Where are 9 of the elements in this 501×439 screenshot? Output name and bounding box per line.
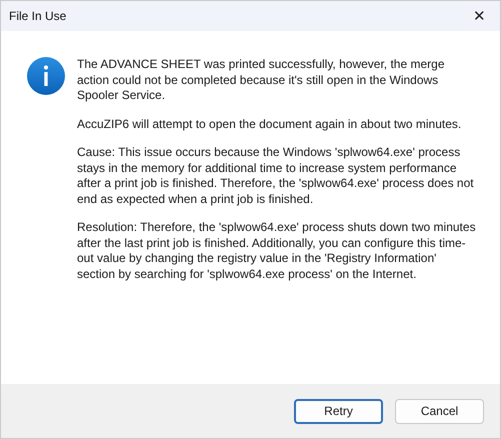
message-paragraph: Resolution: Therefore, the 'splwow64.exe' process shuts down two minutes after the last print job is finished. Additionally, you can configure this time-out value by changing the registry value in the 'Registry Information' section by searching for 'splwow64.exe process' on the Internet. (77, 220, 477, 282)
message-paragraph: AccuZIP6 will attempt to open the document again in about two minutes. (77, 116, 462, 132)
info-icon (27, 57, 65, 95)
default-button[interactable]: Retry (294, 398, 383, 424)
close-button[interactable]: ✕ (469, 8, 490, 24)
message-paragraph: Cause: This issue occurs because the Windows 'splwow64.exe' process stays in the memory for additional time to increase system performance after a print job is finished. Therefore, the 'splwow64.exe' process does not end as expected when a print job is finished. (77, 145, 475, 207)
message-paragraph: The ADVANCE SHEET was printed successfully, however, the merge action could not be completed because it's still open in the Windows Spooler Service. (77, 57, 446, 104)
dialog-button[interactable]: Cancel (395, 398, 484, 424)
window-title: File In Use (9, 8, 66, 25)
